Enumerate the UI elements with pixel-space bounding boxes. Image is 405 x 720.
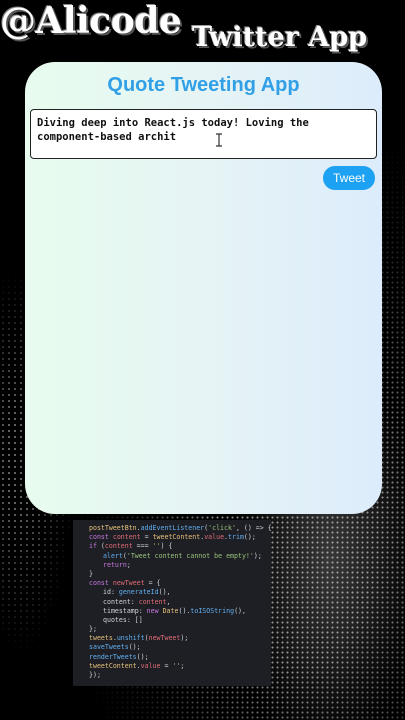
app-card: Quote Tweeting App Diving deep into Reac… — [25, 62, 382, 514]
code-line: return; — [103, 560, 131, 569]
app-title: Quote Tweeting App — [107, 74, 300, 96]
code-line: tweetContent.value = ''; — [89, 661, 185, 670]
code-line: saveTweets(); — [89, 643, 141, 652]
code-line: if (content === '') { — [89, 542, 173, 551]
code-line: content: content, — [103, 597, 171, 606]
code-snippet-panel: postTweetBtn.addEventListener('click', (… — [73, 520, 272, 686]
tweet-button[interactable]: Tweet — [323, 166, 375, 190]
app-label-watermark: Twitter App — [192, 22, 368, 53]
brand-watermark: @Alicode — [0, 0, 182, 42]
code-line: }; — [89, 625, 97, 634]
tweet-content-textarea[interactable]: Diving deep into React.js today! Loving … — [30, 109, 377, 159]
code-line: quotes: [] — [103, 615, 143, 624]
text-cursor-icon — [216, 133, 222, 147]
code-line: }); — [89, 671, 101, 679]
code-line: id: generateId(), — [103, 588, 171, 597]
code-line: } — [89, 569, 93, 578]
code-line: alert('Tweet content cannot be empty!'); — [103, 551, 262, 560]
code-line: const content = tweetContent.value.trim(… — [89, 533, 256, 542]
code-line: timestamp: new Date().toISOString(), — [103, 606, 246, 615]
code-line: const newTweet = { — [89, 579, 161, 588]
code-line: tweets.unshift(newTweet); — [89, 634, 189, 643]
code-line: renderTweets(); — [89, 652, 149, 661]
code-line: postTweetBtn.addEventListener('click', (… — [89, 524, 272, 532]
